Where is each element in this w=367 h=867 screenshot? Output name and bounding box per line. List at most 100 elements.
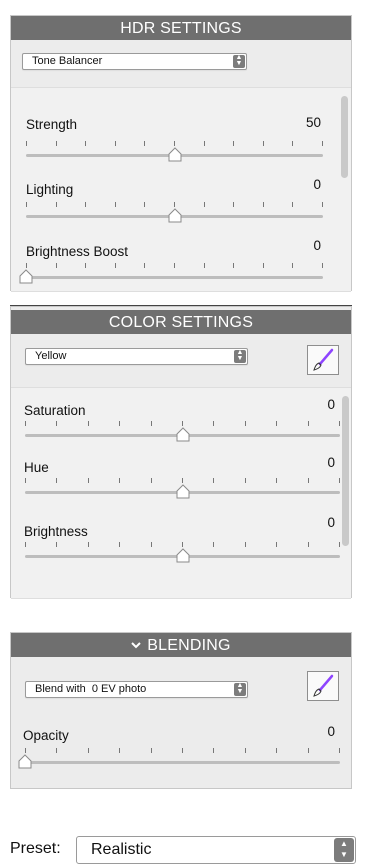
slider-tick bbox=[26, 202, 27, 207]
slider-tick bbox=[56, 421, 58, 426]
slider-tick bbox=[292, 141, 294, 146]
slider-tick bbox=[276, 542, 278, 547]
blend-mode-value: Blend with 0 EV photo bbox=[35, 683, 147, 695]
saturation-slider[interactable] bbox=[25, 421, 340, 443]
slider-tick bbox=[339, 421, 340, 426]
slider-tick bbox=[26, 141, 27, 146]
color-settings-title: COLOR SETTINGS bbox=[108, 314, 254, 331]
slider-thumb[interactable] bbox=[167, 147, 183, 163]
slider-tick bbox=[307, 478, 309, 483]
slider-tick bbox=[150, 542, 152, 547]
color-channel-select[interactable]: Yellow ▲ ▼ bbox=[25, 348, 248, 365]
slider-tick bbox=[307, 748, 309, 753]
slider-tick bbox=[119, 748, 121, 753]
slider-tick bbox=[144, 202, 146, 207]
slider-tick bbox=[244, 478, 246, 483]
slider-tick bbox=[307, 421, 309, 426]
slider-track[interactable] bbox=[25, 761, 340, 764]
chevron-down-icon bbox=[131, 634, 142, 659]
slider-tick bbox=[150, 748, 152, 753]
color-brush-button[interactable] bbox=[307, 345, 339, 375]
slider-tick bbox=[150, 478, 152, 483]
slider-tick bbox=[55, 263, 57, 268]
paintbrush-icon bbox=[313, 348, 334, 371]
blending-title: BLENDING bbox=[147, 637, 231, 654]
slider-tick bbox=[55, 202, 57, 207]
slider-tick bbox=[276, 478, 278, 483]
slider-tick bbox=[87, 748, 89, 753]
hdr-mode-select[interactable]: Tone Balancer ▲ ▼ bbox=[22, 53, 247, 70]
strength-slider[interactable] bbox=[26, 141, 323, 163]
slider-thumb[interactable] bbox=[175, 427, 191, 443]
slider-tick bbox=[119, 421, 121, 426]
slider-tick bbox=[85, 141, 87, 146]
slider-tick bbox=[56, 748, 58, 753]
slider-tick bbox=[25, 542, 26, 547]
slider-track[interactable] bbox=[26, 276, 323, 279]
brightness-label: Brightness bbox=[24, 524, 88, 539]
slider-tick bbox=[150, 421, 152, 426]
slider-thumb[interactable] bbox=[167, 208, 183, 224]
slider-tick bbox=[307, 542, 309, 547]
slider-tick bbox=[119, 542, 121, 547]
slider-tick bbox=[25, 478, 26, 483]
slider-tick bbox=[322, 141, 323, 146]
slider-tick bbox=[292, 202, 294, 207]
slider-tick bbox=[244, 421, 246, 426]
hdr-scrollbar[interactable] bbox=[341, 96, 348, 178]
slider-thumb[interactable] bbox=[17, 754, 33, 770]
lighting-value: 0 bbox=[313, 177, 321, 192]
slider-tick bbox=[182, 478, 183, 483]
color-settings-header: COLOR SETTINGS bbox=[11, 310, 351, 334]
opacity-value: 0 bbox=[327, 724, 335, 739]
lighting-slider[interactable] bbox=[26, 202, 323, 224]
preset-select[interactable]: Realistic ▲ ▼ bbox=[76, 836, 356, 864]
color-sliders-area[interactable]: Saturation 0 Hue 0 Brightness 0 bbox=[11, 387, 351, 599]
slider-tick bbox=[233, 202, 235, 207]
saturation-value: 0 bbox=[327, 397, 335, 412]
slider-tick bbox=[213, 748, 215, 753]
slider-tick bbox=[85, 263, 87, 268]
color-channel-value: Yellow bbox=[35, 350, 67, 362]
brightness-boost-slider[interactable] bbox=[19, 263, 323, 285]
slider-tick bbox=[262, 202, 264, 207]
slider-thumb[interactable] bbox=[18, 269, 34, 285]
slider-tick bbox=[87, 542, 89, 547]
preset-value: Realistic bbox=[91, 841, 152, 858]
slider-tick bbox=[339, 748, 340, 753]
hue-slider[interactable] bbox=[25, 478, 340, 500]
slider-tick bbox=[203, 263, 205, 268]
slider-tick bbox=[244, 542, 246, 547]
brightness-slider[interactable] bbox=[25, 542, 340, 564]
slider-tick bbox=[182, 421, 183, 426]
slider-tick bbox=[244, 748, 246, 753]
slider-tick bbox=[174, 263, 175, 268]
slider-tick bbox=[339, 542, 340, 547]
slider-tick bbox=[292, 263, 294, 268]
slider-tick bbox=[182, 542, 183, 547]
slider-thumb[interactable] bbox=[175, 548, 191, 564]
slider-thumb[interactable] bbox=[175, 484, 191, 500]
blend-mode-select[interactable]: Blend with 0 EV photo ▲ ▼ bbox=[25, 681, 248, 698]
slider-tick bbox=[144, 141, 146, 146]
hdr-settings-panel: HDR SETTINGS Tone Balancer ▲ ▼ Strength 5… bbox=[10, 15, 352, 292]
select-stepper-icon: ▲ ▼ bbox=[234, 349, 246, 363]
slider-tick bbox=[144, 263, 146, 268]
slider-tick bbox=[56, 478, 58, 483]
brightness-boost-label: Brightness Boost bbox=[26, 244, 129, 259]
slider-tick bbox=[55, 141, 57, 146]
saturation-label: Saturation bbox=[24, 403, 86, 418]
brightness-boost-value: 0 bbox=[313, 238, 321, 253]
slider-tick bbox=[213, 421, 215, 426]
hdr-sliders-area[interactable]: Strength 50 Lighting 0 Brightness Boost … bbox=[11, 87, 351, 292]
hdr-mode-value: Tone Balancer bbox=[32, 55, 103, 67]
blending-header[interactable]: BLENDING bbox=[11, 633, 351, 657]
color-scrollbar[interactable] bbox=[342, 396, 349, 546]
slider-tick bbox=[87, 478, 89, 483]
slider-tick bbox=[25, 421, 26, 426]
blend-brush-button[interactable] bbox=[307, 671, 339, 701]
opacity-slider[interactable] bbox=[18, 748, 340, 770]
slider-tick bbox=[276, 421, 278, 426]
paintbrush-icon bbox=[313, 674, 334, 697]
color-settings-panel: COLOR SETTINGS Yellow ▲ ▼ Saturation 0 Hu… bbox=[10, 305, 352, 599]
